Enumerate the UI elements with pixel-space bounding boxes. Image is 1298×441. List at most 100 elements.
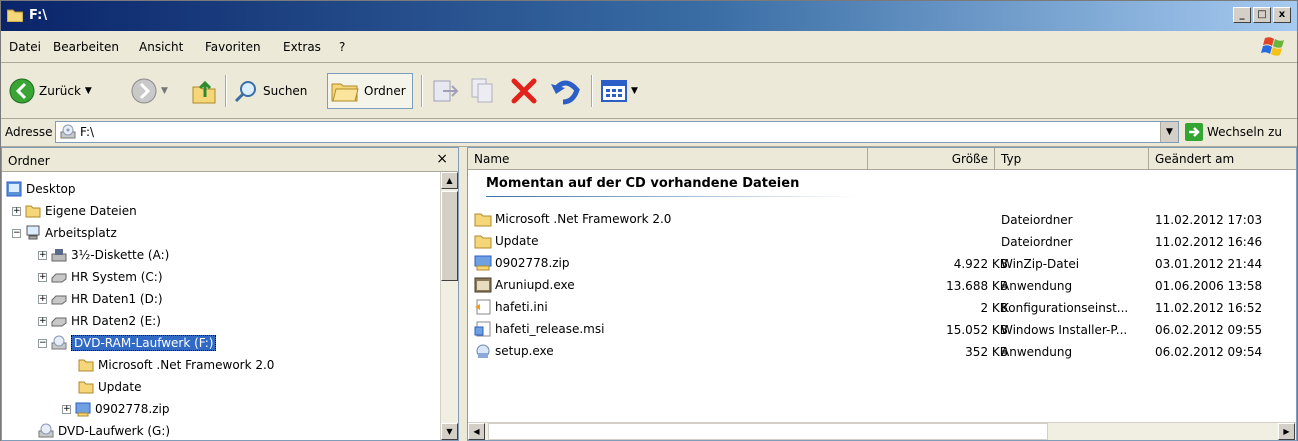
column-name[interactable]: Name: [468, 148, 868, 170]
file-size: 15.052 KB: [946, 323, 1008, 337]
column-size[interactable]: Größe: [868, 148, 995, 170]
folder-tree-panel: Ordner × Desktop + Eigene Dateien − Arbe…: [1, 147, 459, 441]
scroll-right-icon[interactable]: ▶: [1278, 423, 1295, 440]
toolbar: Zurück ▼ ▼ Suchen Ordner ▼: [1, 63, 1297, 119]
tree-item-eigene-dateien[interactable]: + Eigene Dateien: [12, 200, 137, 222]
pane-splitter[interactable]: [459, 147, 467, 441]
column-type[interactable]: Typ: [995, 148, 1149, 170]
address-dropdown-icon[interactable]: ▼: [1160, 122, 1178, 142]
file-row[interactable]: Update Dateiordner 11.02.2012 16:46: [468, 232, 1296, 254]
menu-help[interactable]: ?: [339, 40, 345, 54]
menu-datei[interactable]: Datei: [9, 40, 41, 54]
file-row[interactable]: Aruniupd.exe 13.688 KB Anwendung 01.06.2…: [468, 276, 1296, 298]
tree-item-floppy[interactable]: + 3½-Diskette (A:): [38, 244, 169, 266]
floppy-drive-icon: [51, 249, 67, 262]
tree-item-drive-d[interactable]: + HR Daten1 (D:): [38, 288, 163, 310]
search-label: Suchen: [263, 84, 308, 98]
windows-logo-icon: [1261, 37, 1284, 56]
undo-button[interactable]: [549, 73, 581, 109]
folder-icon: [7, 9, 23, 22]
scroll-thumb[interactable]: [488, 423, 1048, 440]
file-name: Aruniupd.exe: [495, 278, 575, 292]
folders-button[interactable]: Ordner: [327, 73, 413, 109]
folder-tree-title: Ordner: [8, 154, 50, 168]
expand-icon[interactable]: +: [62, 404, 71, 414]
folder-tree-scrollbar[interactable]: ▲ ▼: [440, 172, 458, 440]
column-modified[interactable]: Geändert am: [1149, 148, 1296, 170]
file-row[interactable]: 0902778.zip 4.922 KB WinZip-Datei 03.01.…: [468, 254, 1296, 276]
tree-item-update[interactable]: Update: [78, 376, 141, 398]
file-name: hafeti_release.msi: [495, 322, 605, 336]
minimize-button[interactable]: _: [1233, 7, 1251, 23]
back-dropdown-icon[interactable]: ▼: [85, 86, 92, 96]
tree-item-label-selected: DVD-RAM-Laufwerk (F:): [71, 335, 217, 351]
forward-dropdown-icon[interactable]: ▼: [161, 86, 168, 96]
folder-icon: [78, 359, 94, 372]
file-row[interactable]: setup.exe 352 KB Anwendung 06.02.2012 09…: [468, 342, 1296, 364]
tree-item-label: DVD-Laufwerk (G:): [58, 424, 171, 438]
tree-item-label: Microsoft .Net Framework 2.0: [98, 358, 275, 372]
title-bar[interactable]: F:\ _ □ x: [1, 1, 1297, 31]
delete-button[interactable]: [509, 73, 539, 109]
views-icon: [601, 80, 627, 102]
maximize-button[interactable]: □: [1253, 7, 1271, 23]
file-name: 0902778.zip: [495, 256, 570, 270]
copy-to-button[interactable]: [469, 73, 499, 109]
tree-item-drive-f[interactable]: − DVD-RAM-Laufwerk (F:): [38, 332, 217, 354]
tree-item-arbeitsplatz[interactable]: − Arbeitsplatz: [12, 222, 117, 244]
scroll-left-icon[interactable]: ◀: [468, 423, 485, 440]
views-button[interactable]: ▼: [601, 73, 638, 109]
close-button[interactable]: x: [1273, 7, 1291, 23]
tree-item-drive-g[interactable]: DVD-Laufwerk (G:): [38, 420, 170, 440]
folder-icon: [474, 213, 492, 227]
tree-item-label: HR Daten2 (E:): [71, 314, 161, 328]
collapse-icon[interactable]: −: [38, 338, 47, 348]
copy-to-icon: [471, 78, 493, 103]
tree-item-desktop[interactable]: Desktop: [6, 178, 76, 200]
file-modified: 11.02.2012 16:46: [1155, 235, 1263, 249]
expand-icon[interactable]: +: [38, 316, 47, 326]
file-row[interactable]: hafeti_release.msi 15.052 KB Windows Ins…: [468, 320, 1296, 342]
scroll-thumb[interactable]: [441, 191, 458, 281]
file-row[interactable]: Microsoft .Net Framework 2.0 Dateiordner…: [468, 210, 1296, 232]
back-button[interactable]: Zurück ▼: [9, 73, 92, 109]
up-folder-icon: [192, 80, 216, 104]
forward-button[interactable]: ▼: [131, 73, 168, 109]
expand-icon[interactable]: +: [38, 250, 47, 260]
address-label: Adresse: [5, 125, 53, 139]
window-title: F:\: [29, 8, 48, 23]
menu-ansicht[interactable]: Ansicht: [139, 40, 183, 54]
tree-item-drive-c[interactable]: + HR System (C:): [38, 266, 163, 288]
delete-x-icon: [511, 78, 537, 104]
address-input[interactable]: F:\ ▼: [55, 121, 1179, 143]
tree-item-zip[interactable]: + 0902778.zip: [62, 398, 170, 420]
hard-drive-icon: [51, 273, 67, 283]
search-button[interactable]: Suchen: [233, 73, 307, 109]
collapse-icon[interactable]: −: [12, 228, 21, 238]
menu-extras[interactable]: Extras: [283, 40, 321, 54]
expand-icon[interactable]: +: [38, 272, 47, 282]
folder-tree-close-icon[interactable]: ×: [436, 151, 448, 167]
file-type: Konfigurationseinst...: [1001, 301, 1129, 315]
go-button[interactable]: Wechseln zu: [1185, 123, 1282, 141]
expand-icon[interactable]: +: [12, 206, 21, 216]
menu-bearbeiten[interactable]: Bearbeiten: [53, 40, 119, 54]
file-size: 13.688 KB: [946, 279, 1008, 293]
file-size: 4.922 KB: [953, 257, 1008, 271]
computer-icon: [26, 225, 40, 240]
folders-icon: [331, 83, 359, 102]
up-folder-button[interactable]: [191, 73, 219, 109]
file-row[interactable]: hafeti.ini 2 KB Konfigurationseinst... 1…: [468, 298, 1296, 320]
scroll-up-icon[interactable]: ▲: [441, 172, 458, 189]
file-list-scrollbar[interactable]: ◀ ▶: [468, 422, 1296, 440]
tree-item-dotnet[interactable]: Microsoft .Net Framework 2.0: [78, 354, 274, 376]
views-dropdown-icon[interactable]: ▼: [631, 86, 638, 96]
menu-favoriten[interactable]: Favoriten: [205, 40, 261, 54]
file-type: Dateiordner: [1001, 235, 1073, 249]
expand-icon[interactable]: +: [38, 294, 47, 304]
folders-label: Ordner: [364, 84, 406, 98]
scroll-down-icon[interactable]: ▼: [441, 423, 458, 440]
move-to-button[interactable]: [431, 73, 461, 109]
file-list-panel: Name Größe Typ Geändert am Momentan auf …: [467, 147, 1297, 441]
tree-item-drive-e[interactable]: + HR Daten2 (E:): [38, 310, 161, 332]
